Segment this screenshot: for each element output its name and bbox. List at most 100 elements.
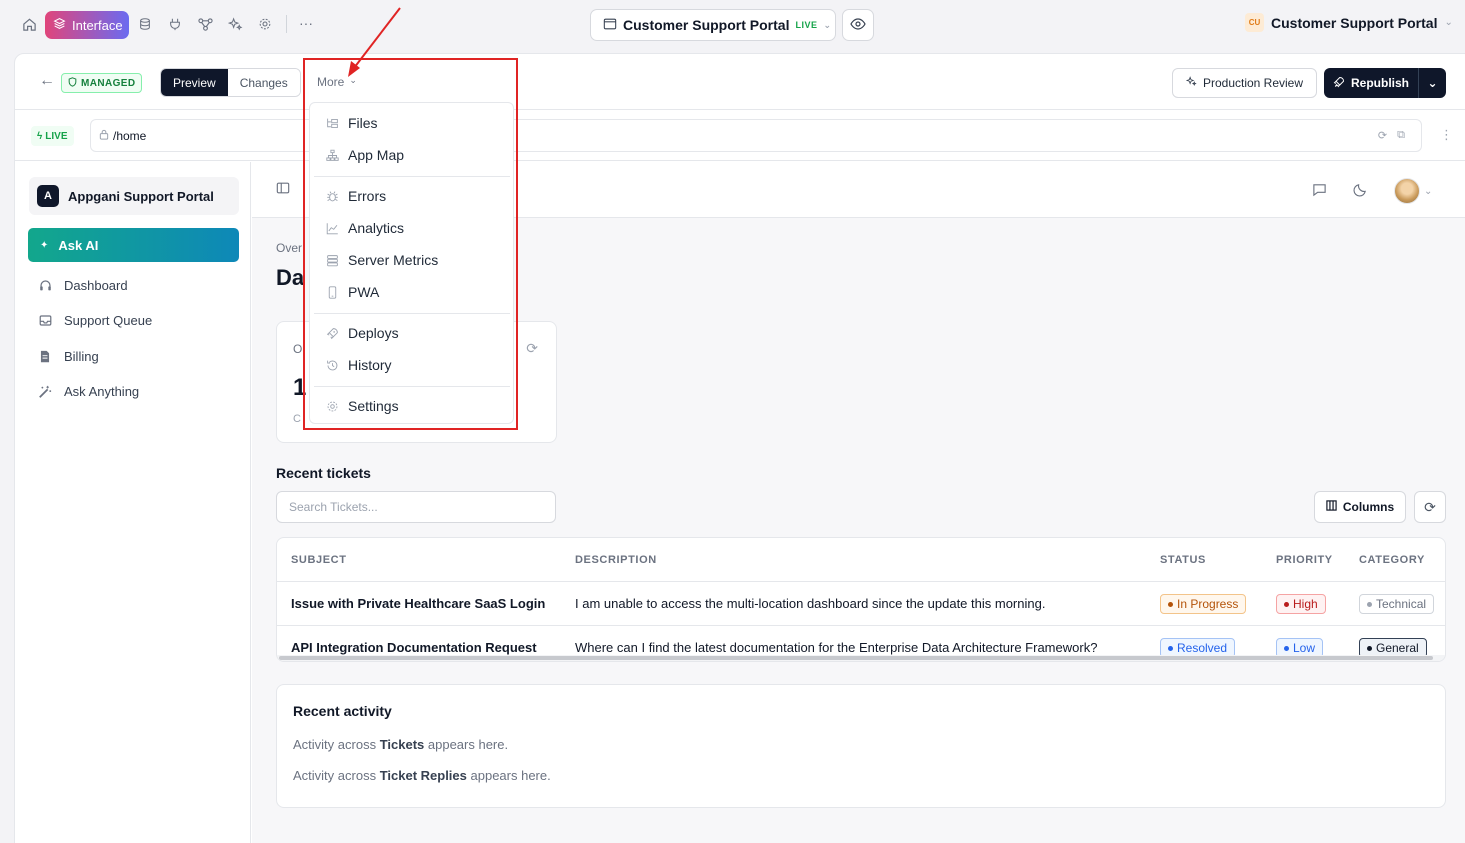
bug-icon [325,189,339,203]
menu-divider [314,176,510,177]
sidebar-toggle-icon[interactable] [276,181,290,198]
plug-icon[interactable] [165,14,185,34]
org-name: Customer Support Portal [1271,14,1438,31]
search-tickets-input[interactable] [276,491,556,523]
app-avatar: A [37,185,59,207]
menu-item-settings[interactable]: Settings [310,391,513,421]
vertical-ellipsis-icon[interactable]: ⋮ [1440,127,1453,143]
home-icon[interactable] [19,14,39,34]
chevron-down-icon: ⌄ [1424,185,1433,197]
refresh-icon[interactable]: ⟳ [526,340,538,357]
page-title: Da [276,265,305,290]
menu-divider [314,386,510,387]
table-row[interactable]: Issue with Private Healthcare SaaS Login… [277,582,1445,626]
portal-selector[interactable]: Customer Support Portal LIVE ⌄ [590,9,836,41]
files-icon [325,116,339,130]
portal-name: Customer Support Portal [623,17,790,33]
column-header[interactable]: STATUS [1160,554,1206,566]
tickets-table: SUBJECT DESCRIPTION STATUS PRIORITY CATE… [276,537,1446,662]
app-switcher[interactable]: A Appgani Support Portal [29,177,239,215]
category-dot-icon [1367,645,1372,651]
live-badge: ϟ LIVE [31,126,74,146]
shield-icon [68,76,77,90]
more-dropdown-menu: Files App Map Errors Analytics Server Me… [309,102,514,424]
org-switcher[interactable]: CU Customer Support Portal ⌄ [1245,13,1453,32]
metric-subtext: C [293,413,301,425]
menu-item-pwa[interactable]: PWA [310,277,513,307]
gear-icon[interactable] [255,14,275,34]
recent-tickets-heading: Recent tickets [276,465,371,481]
horizontal-scrollbar[interactable] [277,655,1445,661]
menu-item-server-metrics[interactable]: Server Metrics [310,245,513,275]
mobile-icon [325,285,339,299]
interface-button[interactable]: Interface [45,11,129,39]
history-icon [325,358,339,372]
portal-status-badge: LIVE [795,20,818,30]
inbox-icon [38,314,52,328]
url-input[interactable]: /home ⟳ ⧉ [90,119,1422,152]
sidebar-item-ask-anything[interactable]: Ask Anything [38,384,139,399]
ellipsis-icon[interactable]: ··· [296,13,316,33]
lightning-icon: ϟ [37,130,43,142]
app-sidebar: A Appgani Support Portal ✦ Ask AI Dashbo… [15,162,251,843]
preview-tab[interactable]: Preview [161,69,228,96]
headset-icon [38,279,52,293]
republish-options-chevron-icon[interactable]: ⌄ [1418,68,1446,98]
menu-item-history[interactable]: History [310,350,513,380]
scrollbar-thumb[interactable] [279,656,1433,660]
sidebar-item-support-queue[interactable]: Support Queue [38,313,152,328]
managed-badge: MANAGED [61,73,143,93]
sidebar-item-dashboard[interactable]: Dashboard [38,278,128,293]
document-icon [38,350,52,364]
rocket-icon [325,326,339,340]
sidebar-item-billing[interactable]: Billing [38,349,99,364]
metric-value: 1 [293,374,307,401]
top-bar: Interface ··· Customer Support Portal LI… [0,0,1465,50]
recent-activity-card: Recent activity Activity across Tickets … [276,684,1446,808]
chart-line-icon [325,221,339,235]
moon-icon[interactable] [1353,182,1368,200]
org-badge: CU [1245,13,1264,32]
database-icon[interactable] [135,14,155,34]
ticket-subject: Issue with Private Healthcare SaaS Login [291,596,546,611]
activity-line: Activity across Tickets appears here. [293,737,509,752]
column-header[interactable]: DESCRIPTION [575,554,657,566]
preview-eye-button[interactable] [842,9,874,41]
refresh-icon: ⟳ [1424,498,1436,515]
column-header[interactable]: CATEGORY [1359,554,1425,566]
chevron-down-icon: ⌄ [1444,17,1453,28]
view-mode-toggle: Preview Changes [160,68,301,97]
external-link-icon[interactable]: ⧉ [1397,129,1405,142]
status-dot-icon [1168,601,1173,607]
column-header[interactable]: SUBJECT [291,554,347,566]
menu-item-analytics[interactable]: Analytics [310,213,513,243]
chevron-down-icon: ⌄ [823,19,832,30]
refresh-tickets-button[interactable]: ⟳ [1414,491,1446,523]
changes-tab[interactable]: Changes [227,69,300,96]
columns-button[interactable]: Columns [1314,491,1406,523]
ticket-description: Where can I find the latest documentatio… [575,640,1098,655]
menu-item-deploys[interactable]: Deploys [310,318,513,348]
menu-item-errors[interactable]: Errors [310,181,513,211]
ask-ai-button[interactable]: ✦ Ask AI [28,228,239,262]
gear-icon [325,399,339,413]
republish-button[interactable]: Republish ⌄ [1324,68,1446,98]
metric-label: O [293,342,303,356]
column-header[interactable]: PRIORITY [1276,554,1333,566]
sparkles-icon[interactable] [225,14,245,34]
activity-line: Activity across Ticket Replies appears h… [293,768,551,783]
chat-icon[interactable] [1312,182,1327,200]
category-badge: Technical [1359,594,1435,614]
production-review-button[interactable]: Production Review [1172,68,1317,98]
reload-icon[interactable]: ⟳ [1378,129,1387,142]
layers-icon [53,17,66,33]
sparkle-icon: ✦ [40,239,49,251]
app-name: Appgani Support Portal [68,188,214,204]
menu-item-app-map[interactable]: App Map [310,140,513,170]
table-header-row: SUBJECT DESCRIPTION STATUS PRIORITY CATE… [277,538,1445,582]
more-menu-button[interactable]: More ⌄ [317,75,357,89]
workflow-icon[interactable] [195,14,215,34]
back-arrow-icon[interactable]: ← [39,72,55,90]
menu-item-files[interactable]: Files [310,108,513,138]
user-menu[interactable]: ⌄ [1394,178,1432,204]
